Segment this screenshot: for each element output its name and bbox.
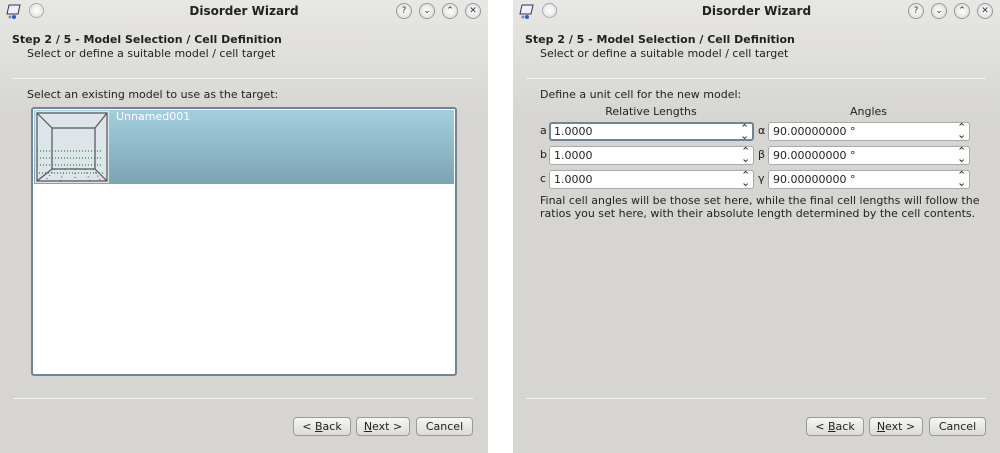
back-button[interactable]: < Back bbox=[293, 417, 351, 436]
next-rest: ext > bbox=[372, 420, 403, 433]
next-mnemonic: N bbox=[363, 420, 373, 433]
back-rest: ack bbox=[322, 420, 342, 433]
angle-gamma-label: γ bbox=[758, 172, 765, 185]
divider bbox=[13, 78, 473, 79]
model-list[interactable]: Unnamed001 bbox=[31, 107, 457, 376]
back-mnemonic: B bbox=[315, 420, 323, 433]
spin-arrows-icon[interactable]: ⌃ ⌄ bbox=[741, 170, 750, 188]
divider bbox=[526, 398, 986, 399]
wizard-window-cell-definition: Disorder Wizard ? ⌄ ⌃ ✕ Step 2 / 5 - Mod… bbox=[513, 0, 1000, 453]
spin-arrows-icon[interactable]: ⌃ ⌄ bbox=[957, 122, 966, 140]
length-a-spinbox[interactable]: 1.0000 ⌃ ⌄ bbox=[549, 122, 754, 141]
cell-note: Final cell angles will be those set here… bbox=[540, 194, 980, 220]
back-prefix: < bbox=[302, 420, 315, 433]
model-name: Unnamed001 bbox=[116, 110, 191, 123]
minimize-button[interactable]: ⌄ bbox=[931, 3, 947, 19]
cancel-button[interactable]: Cancel bbox=[416, 417, 473, 436]
angle-alpha-label: α bbox=[758, 124, 766, 137]
model-thumbnail bbox=[35, 111, 109, 183]
length-c-value: 1.0000 bbox=[554, 173, 593, 186]
back-mnemonic: B bbox=[828, 420, 836, 433]
title-bar: Disorder Wizard ? ⌄ ⌃ ✕ bbox=[0, 0, 488, 24]
length-b-value: 1.0000 bbox=[554, 149, 593, 162]
length-b-spinbox[interactable]: 1.0000 ⌃ ⌄ bbox=[549, 146, 754, 165]
spin-arrows-icon[interactable]: ⌃ ⌄ bbox=[957, 146, 966, 164]
length-b-label: b bbox=[540, 148, 547, 161]
back-prefix: < bbox=[815, 420, 828, 433]
spin-arrows-icon[interactable]: ⌃ ⌄ bbox=[957, 170, 966, 188]
help-button[interactable]: ? bbox=[908, 3, 924, 19]
angle-beta-label: β bbox=[758, 148, 766, 161]
next-rest: ext > bbox=[885, 420, 916, 433]
maximize-button[interactable]: ⌃ bbox=[954, 3, 970, 19]
angle-alpha-spinbox[interactable]: 90.00000000 ° ⌃ ⌄ bbox=[768, 122, 970, 141]
angle-beta-value: 90.00000000 ° bbox=[773, 149, 856, 162]
length-a-value: 1.0000 bbox=[554, 125, 593, 138]
next-button[interactable]: Next > bbox=[356, 417, 410, 436]
close-button[interactable]: ✕ bbox=[977, 3, 993, 19]
divider bbox=[526, 78, 986, 79]
back-rest: ack bbox=[835, 420, 855, 433]
angle-gamma-value: 90.00000000 ° bbox=[773, 173, 856, 186]
step-title: Step 2 / 5 - Model Selection / Cell Defi… bbox=[525, 33, 795, 46]
length-c-spinbox[interactable]: 1.0000 ⌃ ⌄ bbox=[549, 170, 754, 189]
length-a-label: a bbox=[540, 124, 547, 137]
minimize-button[interactable]: ⌄ bbox=[419, 3, 435, 19]
lengths-header: Relative Lengths bbox=[605, 105, 697, 118]
length-c-label: c bbox=[540, 172, 547, 185]
step-subtitle: Select or define a suitable model / cell… bbox=[540, 47, 789, 60]
close-button[interactable]: ✕ bbox=[465, 3, 481, 19]
step-title: Step 2 / 5 - Model Selection / Cell Defi… bbox=[12, 33, 282, 46]
divider bbox=[13, 398, 473, 399]
angles-header: Angles bbox=[849, 105, 888, 118]
back-button[interactable]: < Back bbox=[806, 417, 864, 436]
window-title: Disorder Wizard bbox=[701, 4, 812, 18]
window-title: Disorder Wizard bbox=[189, 4, 299, 18]
spin-arrows-icon[interactable]: ⌃ ⌄ bbox=[741, 146, 750, 164]
cell-prompt: Define a unit cell for the new model: bbox=[540, 88, 742, 101]
title-bar: Disorder Wizard ? ⌄ ⌃ ✕ bbox=[513, 0, 1000, 24]
maximize-button[interactable]: ⌃ bbox=[442, 3, 458, 19]
wizard-window-model-selection: Disorder Wizard ? ⌄ ⌃ ✕ Step 2 / 5 - Mod… bbox=[0, 0, 488, 453]
next-button[interactable]: Next > bbox=[869, 417, 923, 436]
angle-beta-spinbox[interactable]: 90.00000000 ° ⌃ ⌄ bbox=[768, 146, 970, 165]
next-mnemonic: N bbox=[876, 420, 886, 433]
cancel-button[interactable]: Cancel bbox=[929, 417, 986, 436]
model-list-prompt: Select an existing model to use as the t… bbox=[27, 88, 279, 101]
spin-arrows-icon[interactable]: ⌃ ⌄ bbox=[740, 123, 749, 141]
help-button[interactable]: ? bbox=[396, 3, 412, 19]
angle-gamma-spinbox[interactable]: 90.00000000 ° ⌃ ⌄ bbox=[768, 170, 970, 189]
step-subtitle: Select or define a suitable model / cell… bbox=[27, 47, 276, 60]
model-list-item[interactable]: Unnamed001 bbox=[34, 110, 454, 184]
angle-alpha-value: 90.00000000 ° bbox=[773, 125, 856, 138]
